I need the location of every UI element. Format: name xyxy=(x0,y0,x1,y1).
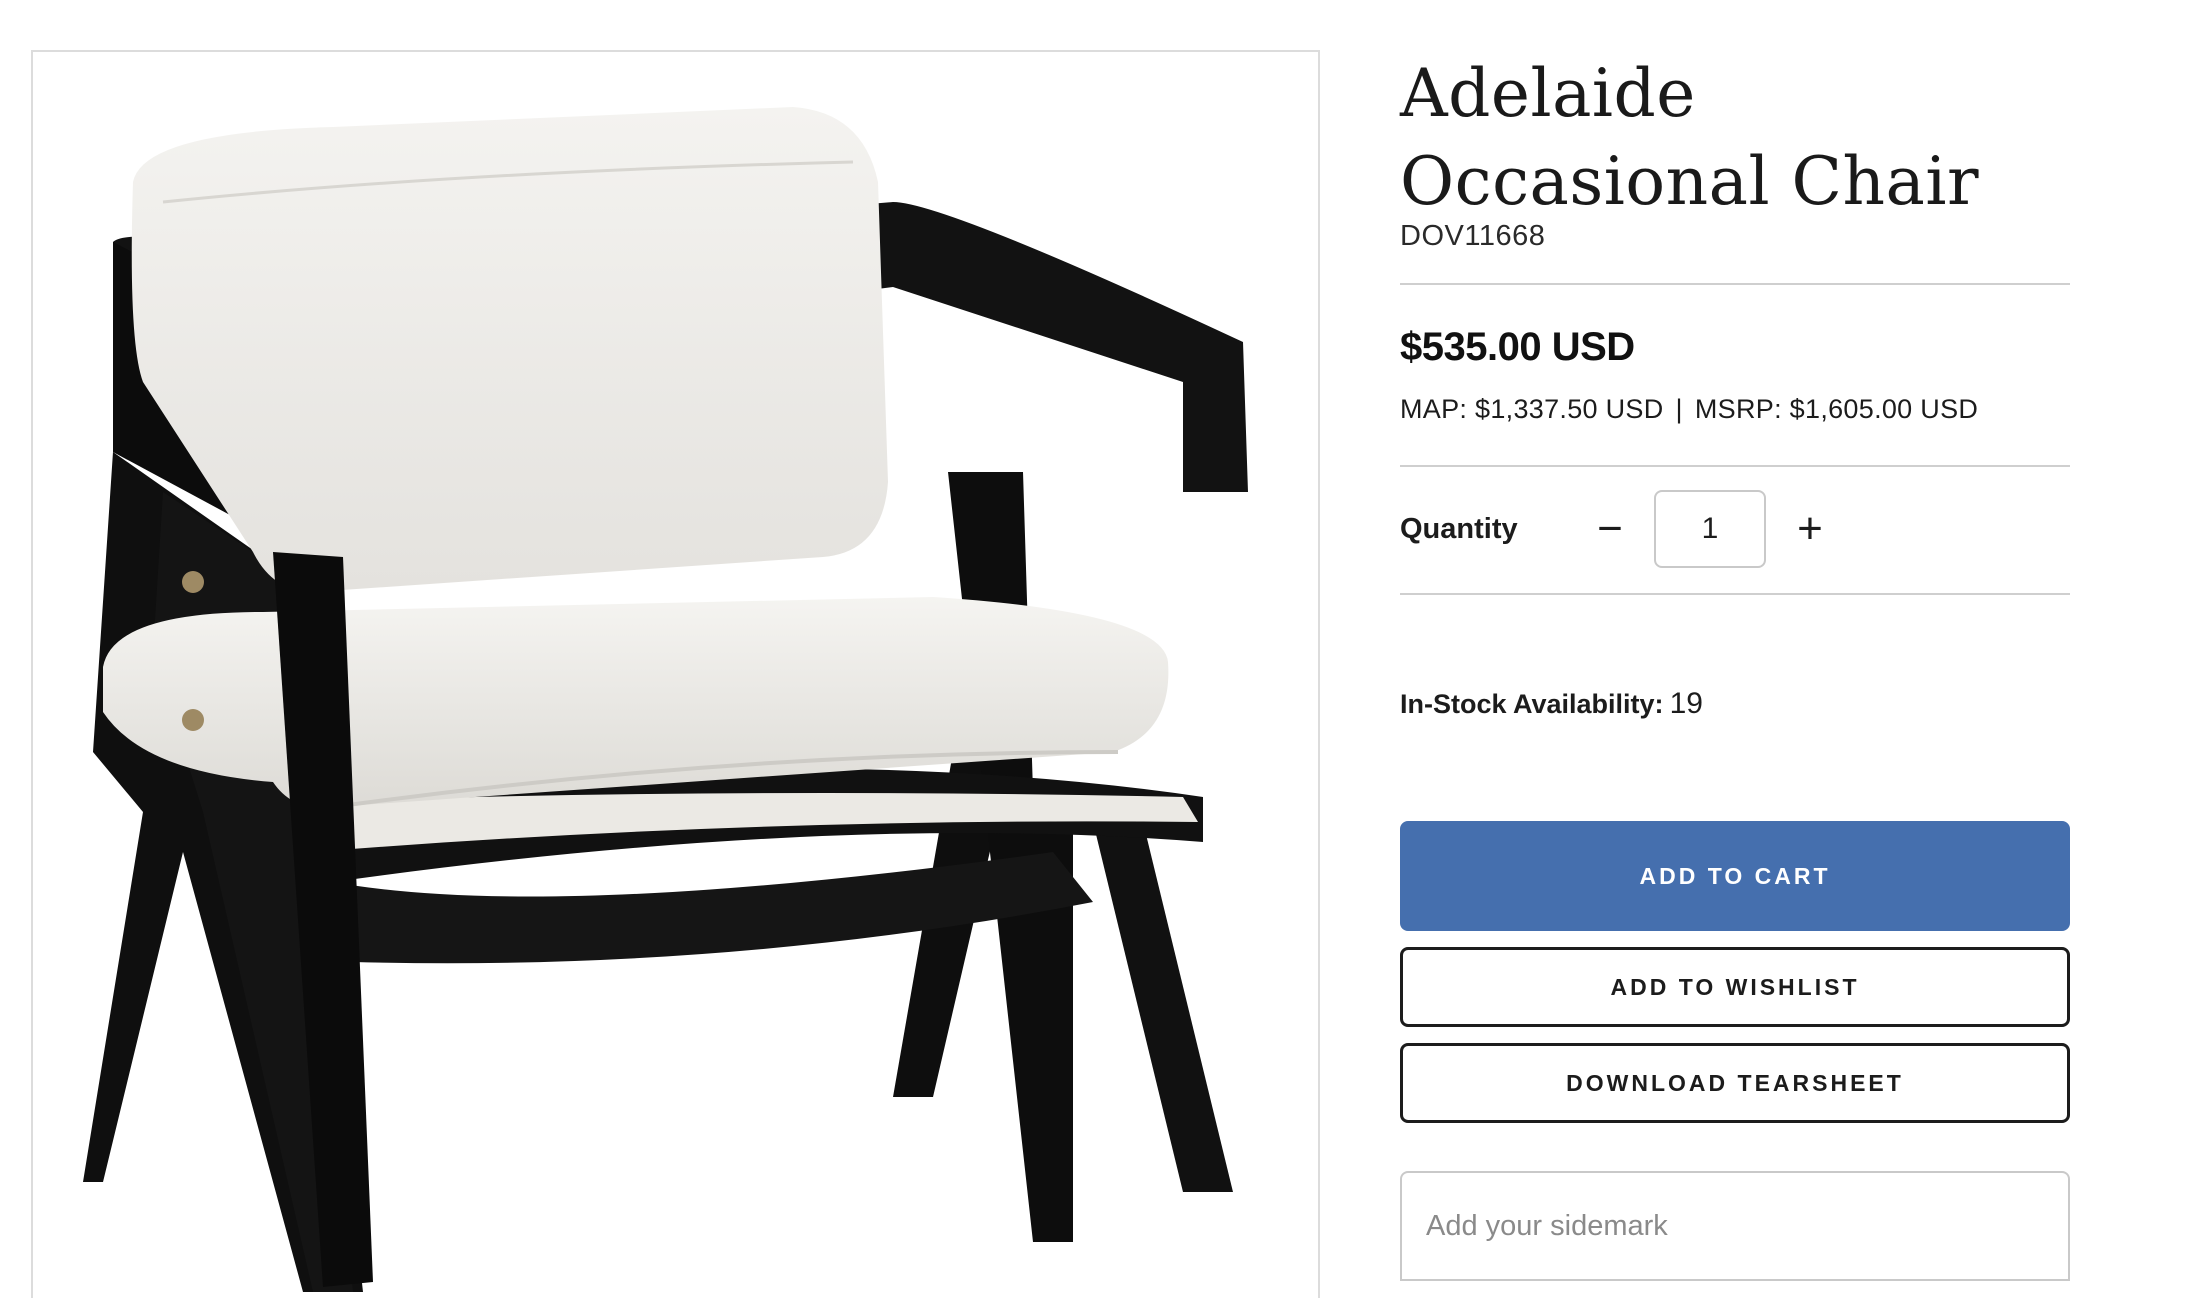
quantity-input[interactable] xyxy=(1654,490,1766,568)
sidemark-input[interactable] xyxy=(1400,1171,2070,1281)
product-image-frame[interactable] xyxy=(31,50,1320,1298)
add-to-wishlist-button[interactable]: ADD TO WISHLIST xyxy=(1400,947,2070,1027)
product-details: Adelaide Occasional Chair DOV11668 $535.… xyxy=(1400,50,2070,1281)
divider xyxy=(1400,283,2070,285)
map-msrp-line: MAP: $1,337.50 USD | MSRP: $1,605.00 USD xyxy=(1400,394,2070,425)
price-separator: | xyxy=(1675,394,1683,424)
msrp-price: MSRP: $1,605.00 USD xyxy=(1694,394,1979,424)
quantity-increment-button[interactable]: + xyxy=(1780,499,1840,559)
divider xyxy=(1400,593,2070,595)
map-price: MAP: $1,337.50 USD xyxy=(1400,394,1664,424)
product-image xyxy=(83,107,1248,1292)
divider xyxy=(1400,465,2070,467)
product-page: Adelaide Occasional Chair DOV11668 $535.… xyxy=(0,0,2212,1298)
product-title: Adelaide Occasional Chair xyxy=(1400,55,1980,220)
quantity-label: Quantity xyxy=(1400,512,1518,545)
quantity-decrement-button[interactable]: − xyxy=(1580,499,1640,559)
add-to-cart-button[interactable]: ADD TO CART xyxy=(1400,821,2070,931)
product-price: $535.00 USD xyxy=(1400,325,1635,369)
stock-count: 19 xyxy=(1669,687,1703,720)
quantity-row: Quantity − + xyxy=(1400,489,2070,569)
stock-label: In-Stock Availability: xyxy=(1400,689,1664,719)
download-tearsheet-button[interactable]: DOWNLOAD TEARSHEET xyxy=(1400,1043,2070,1123)
stock-availability: In-Stock Availability: 19 xyxy=(1400,687,2070,721)
